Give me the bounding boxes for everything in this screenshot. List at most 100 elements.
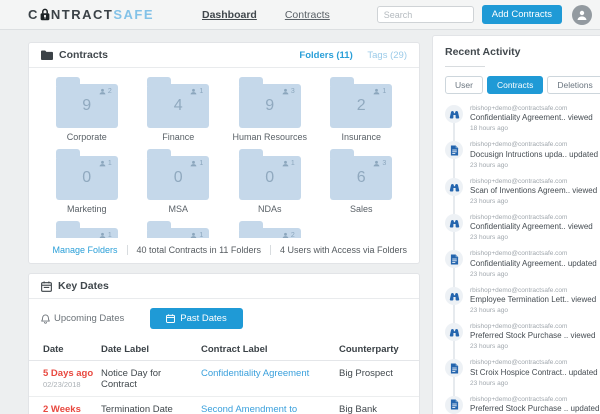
activity-item: rbishop+demo@contractsafe.com Preferred S… [445, 322, 600, 351]
users-icon [282, 232, 289, 238]
contractsafe-logo: C NTRACT SAFE [28, 7, 154, 22]
activity-description[interactable]: Preferred Stock Purchase .. viewed [470, 331, 595, 342]
folder-msa[interactable]: 0 1 MSA [133, 142, 225, 214]
manage-folders-link[interactable]: Manage Folders [53, 245, 118, 255]
folders-link[interactable]: Folders (11) [299, 50, 352, 61]
activity-description[interactable]: Scan of Inventions Agreem.. viewed [470, 186, 597, 197]
binoculars-icon [449, 183, 459, 192]
activity-description[interactable]: St Croix Hospice Contract.. updated [470, 368, 598, 379]
folder-count: 6 [356, 169, 366, 186]
users-icon [373, 160, 380, 167]
activity-timestamp: 23 hours ago [470, 197, 508, 205]
folder-partial-1[interactable]: 1 [41, 214, 133, 238]
activity-item: rbishop+demo@contractsafe.com Confidentia… [445, 105, 600, 133]
folder-count: 9 [265, 97, 275, 114]
folder-marketing[interactable]: 0 1 Marketing [41, 142, 133, 214]
activity-description[interactable]: Confidentiality Agreement.. viewed [470, 113, 593, 124]
activity-item: rbishop+demo@contractsafe.com Preferred S… [445, 395, 600, 414]
folder-corporate[interactable]: 9 2 Corporate [41, 70, 133, 142]
tab-user[interactable]: User [445, 76, 483, 94]
activity-filter-tabs: User Contracts Deletions [445, 76, 600, 94]
add-contracts-button[interactable]: Add Contracts [481, 5, 562, 24]
binoculars-icon [445, 213, 463, 232]
tab-contracts[interactable]: Contracts [486, 76, 544, 94]
search-input[interactable] [376, 6, 474, 23]
col-date: Date [43, 344, 64, 355]
folder-user-count: 1 [290, 160, 295, 167]
activity-timestamp: 23 hours ago [470, 161, 508, 169]
past-dates-tab[interactable]: Past Dates [150, 308, 243, 329]
tags-link[interactable]: Tags (29) [367, 50, 407, 61]
users-access-text: 4 Users with Access via Folders [269, 245, 407, 255]
folder-name: MSA [168, 204, 188, 214]
folder-icon [41, 50, 53, 60]
relative-date: 5 Days ago [43, 368, 94, 379]
person-icon [577, 10, 587, 20]
relative-date: 2 Weeks ago [43, 404, 81, 414]
users-icon [99, 88, 106, 95]
activity-timestamp: 23 hours ago [470, 343, 508, 351]
activity-timestamp: 18 hours ago [470, 125, 508, 133]
folder-name: Human Resources [232, 132, 308, 142]
binoculars-icon [445, 105, 463, 123]
activity-item: rbishop+demo@contractsafe.com Confidentia… [445, 213, 600, 242]
folder-count: 0 [173, 169, 183, 186]
folder-partial-3[interactable]: 2 [224, 214, 316, 238]
activity-item-body: rbishop+demo@contractsafe.com Preferred S… [470, 323, 595, 351]
folder-name: Finance [162, 132, 195, 142]
table-row: 2 Weeks ago 02/14/2018 Termination Date … [29, 397, 419, 414]
document-icon [450, 399, 458, 410]
activity-user-email: rbishop+demo@contractsafe.com [470, 395, 568, 403]
logo-text-ntract: NTRACT [50, 7, 114, 22]
folder-user-count: 1 [107, 160, 112, 167]
users-icon [282, 88, 289, 95]
document-icon [445, 141, 463, 160]
folder-human-resources[interactable]: 9 3 Human Resources [224, 70, 316, 142]
activity-description[interactable]: Preferred Stock Purchase .. updated [470, 404, 599, 414]
date-label-cell: Notice Day for Contract [101, 368, 162, 390]
recent-activity-panel: Recent Activity User Contracts Deletions… [432, 35, 600, 414]
col-counterparty: Counterparty [339, 344, 399, 355]
activity-description[interactable]: Confidentiality Agreement.. updated [470, 259, 597, 270]
folder-sales[interactable]: 6 3 Sales [316, 142, 408, 214]
recent-activity-title: Recent Activity [445, 46, 521, 58]
tab-deletions[interactable]: Deletions [547, 76, 600, 94]
activity-item: rbishop+demo@contractsafe.com St Croix Ho… [445, 359, 600, 387]
binoculars-icon [445, 322, 463, 341]
folder-user-count: 1 [199, 160, 204, 167]
upcoming-dates-tab[interactable]: Upcoming Dates [41, 313, 124, 324]
nav-contracts[interactable]: Contracts [285, 9, 330, 21]
past-dates-label: Past Dates [180, 313, 227, 324]
nav-dashboard[interactable]: Dashboard [202, 9, 257, 21]
title-divider [445, 66, 485, 67]
key-dates-tabs: Upcoming Dates Past Dates [29, 299, 419, 338]
user-avatar[interactable] [572, 4, 592, 25]
key-dates-panel: Key Dates Upcoming Dates Past Dates Date… [28, 273, 420, 414]
folder-user-count: 1 [199, 88, 204, 95]
folder-user-count: 1 [107, 232, 112, 238]
activity-item-body: rbishop+demo@contractsafe.com Preferred S… [470, 396, 599, 414]
activity-item: rbishop+demo@contractsafe.com Confidentia… [445, 250, 600, 278]
folder-name: Marketing [66, 204, 107, 214]
folder-partial-2[interactable]: 1 [133, 214, 225, 238]
folder-user-count: 2 [107, 88, 112, 95]
activity-description[interactable]: Employee Termination Lett.. viewed [470, 295, 596, 306]
logo-text-safe: SAFE [113, 7, 154, 22]
folder-name: Corporate [66, 132, 107, 142]
activity-timestamp: 23 hours ago [470, 379, 508, 387]
folder-user-count: 1 [382, 88, 387, 95]
contract-link[interactable]: Confidentiality Agreement [201, 368, 309, 379]
folder-name: Sales [349, 204, 373, 214]
activity-description[interactable]: Docusign Intructions upda.. updated [470, 150, 598, 161]
activity-description[interactable]: Confidentiality Agreement.. viewed [470, 222, 593, 233]
folder-finance[interactable]: 4 1 Finance [133, 70, 225, 142]
key-dates-table: Date Date Label Contract Label Counterpa… [29, 338, 419, 414]
calendar-icon [41, 280, 52, 292]
folder-insurance[interactable]: 2 1 Insurance [316, 70, 408, 142]
folder-name: Insurance [341, 132, 382, 142]
activity-user-email: rbishop+demo@contractsafe.com [470, 213, 568, 221]
folder-ndas[interactable]: 0 1 NDAs [224, 142, 316, 214]
activity-item-body: rbishop+demo@contractsafe.com Docusign In… [470, 141, 598, 169]
contract-link[interactable]: Second Amendment to Promissory Note [201, 404, 297, 414]
users-icon [99, 232, 106, 238]
